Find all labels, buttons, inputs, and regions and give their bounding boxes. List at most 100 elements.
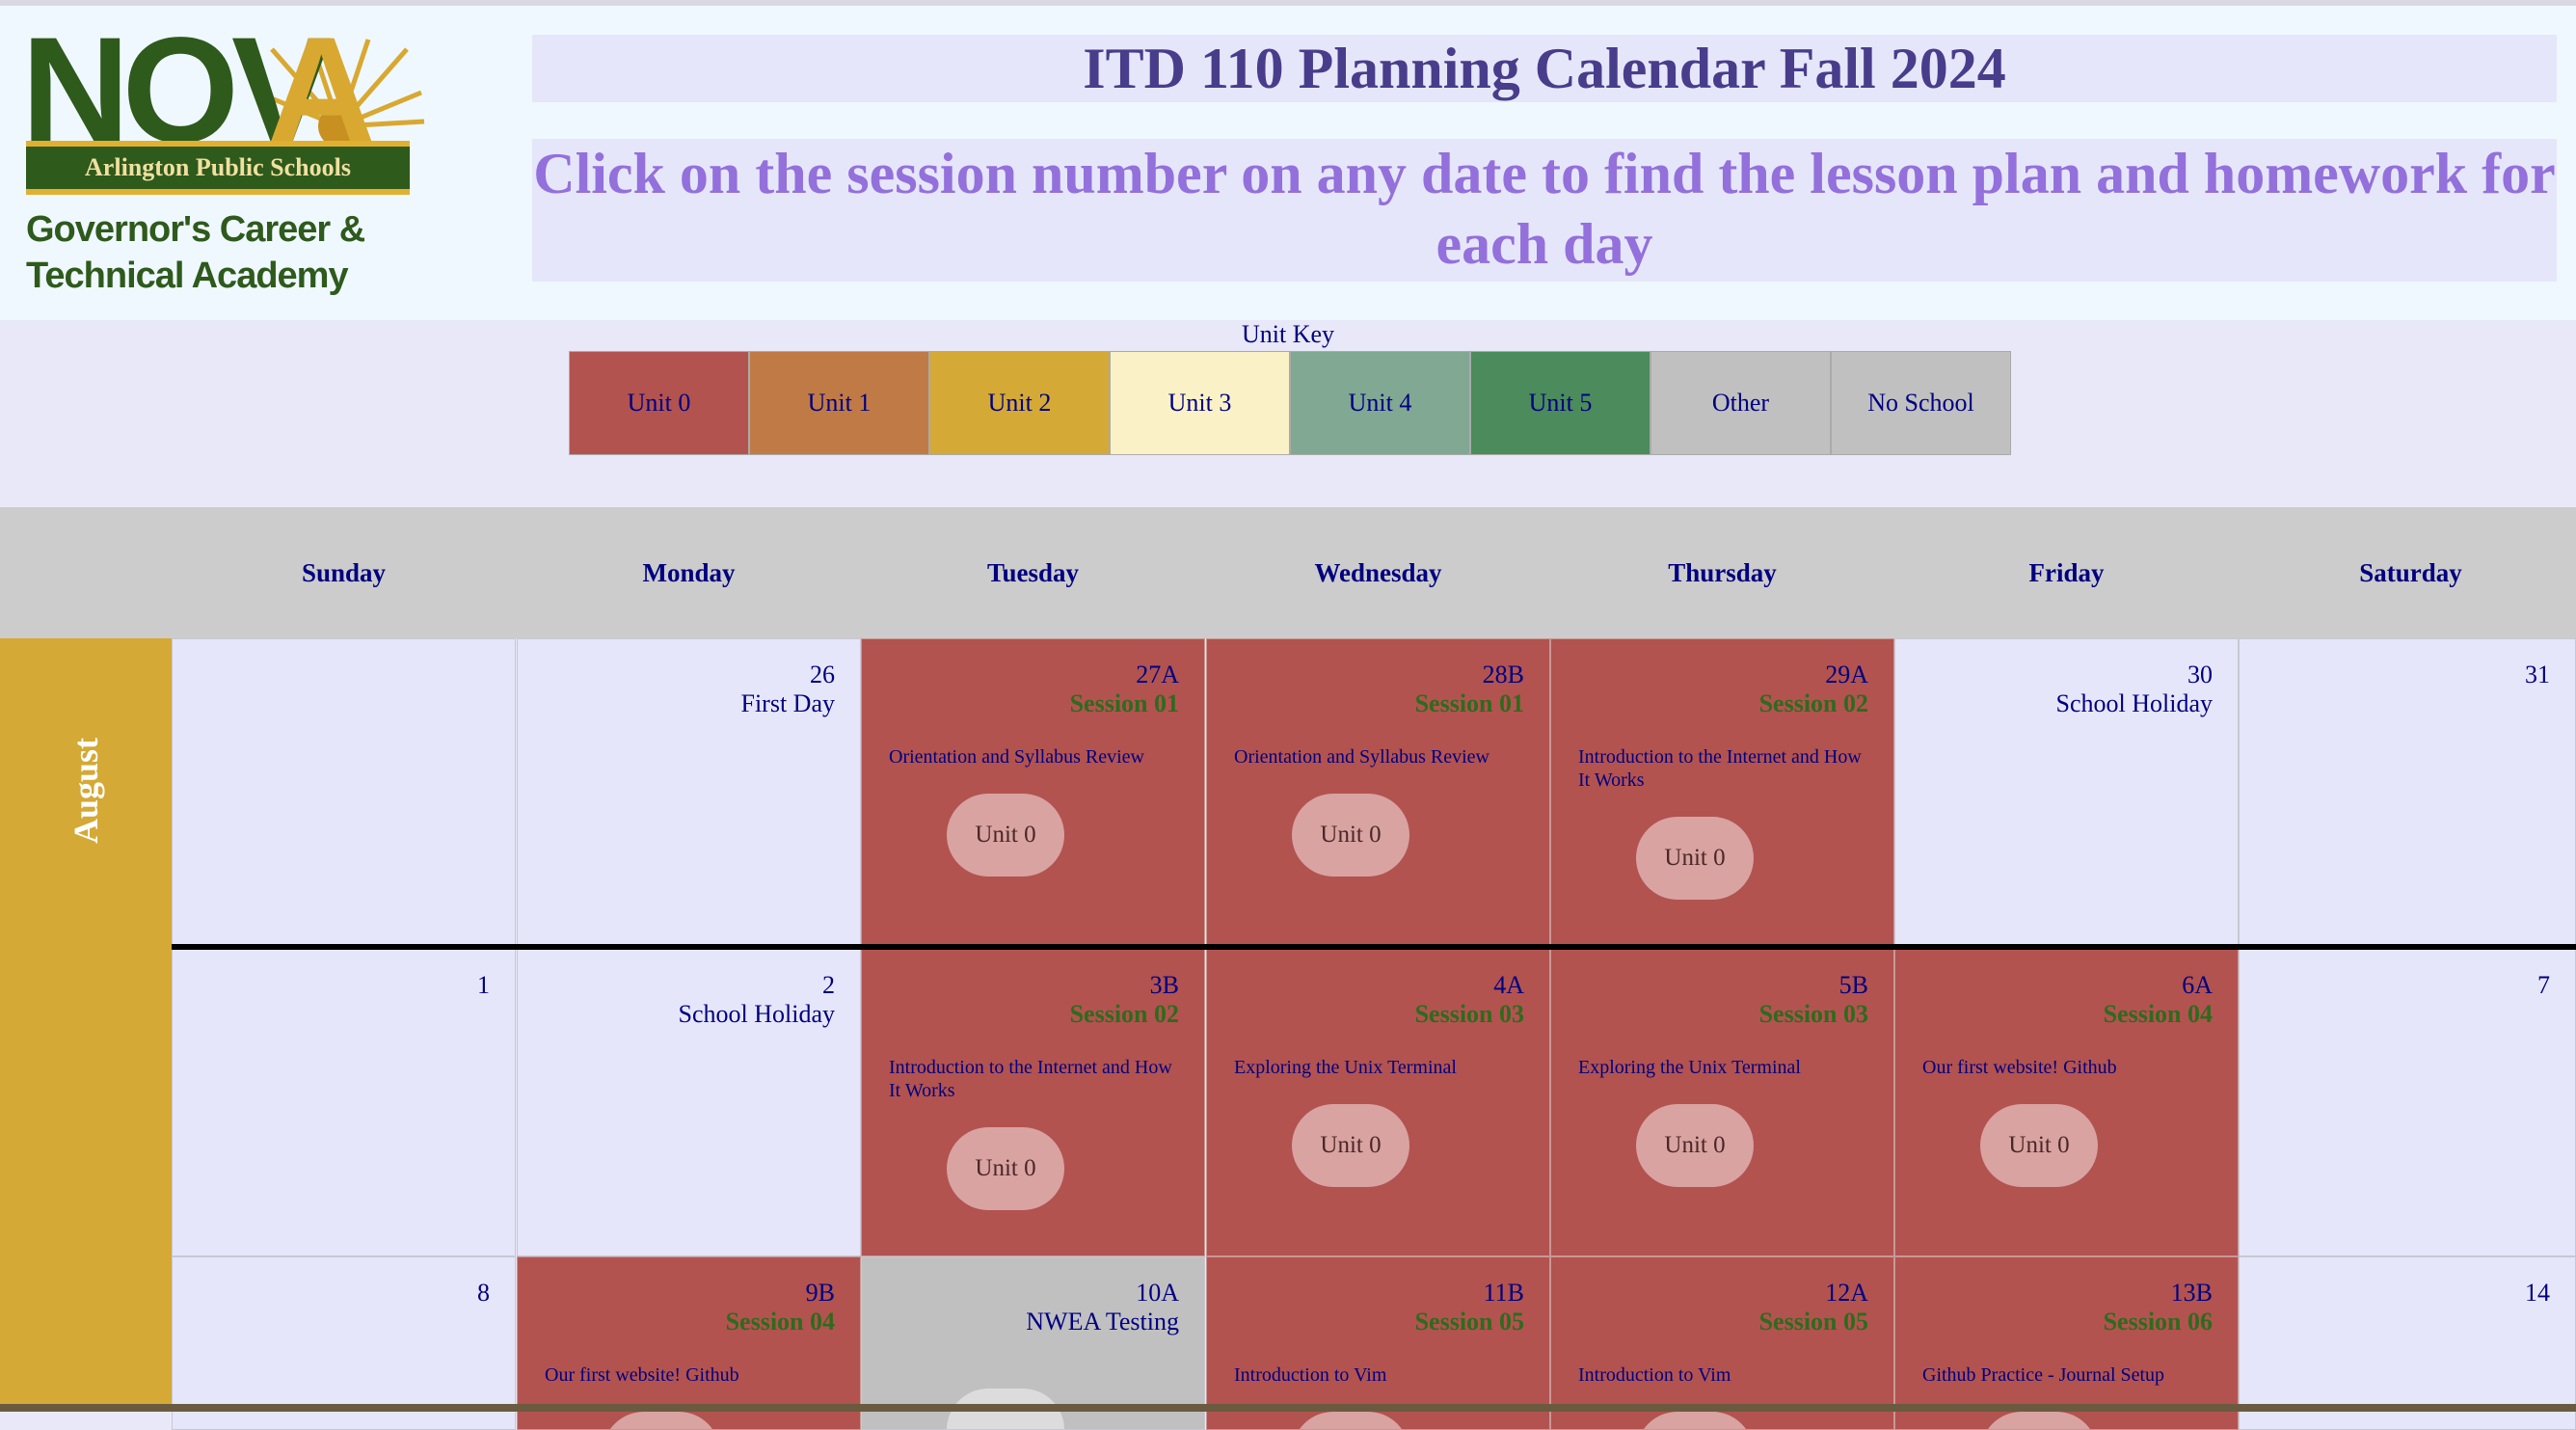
- unit-key-unit-3: Unit 3: [1110, 351, 1290, 455]
- unit-badge-button[interactable]: Unit 0: [603, 1412, 720, 1429]
- day-header-thursday: Thursday: [1668, 557, 1777, 587]
- lesson-description: Exploring the Unix Terminal: [1234, 1057, 1457, 1078]
- unit-key-other: Other: [1650, 351, 1831, 455]
- day-number: 8: [477, 1279, 490, 1307]
- logo-academy-line-2: Technical Academy: [26, 256, 349, 296]
- day-header-sunday: Sunday: [301, 557, 387, 587]
- logo-school-banner: Arlington Public Schools: [26, 141, 410, 195]
- page-instructions: Click on the session number on any date …: [532, 139, 2557, 282]
- day-number: 1: [477, 971, 490, 999]
- day-label: 26 First Day: [741, 661, 836, 718]
- unit-badge-button[interactable]: Unit 0: [1980, 1412, 2098, 1429]
- unit-badge-button[interactable]: Unit 0: [1636, 817, 1754, 900]
- day-label: 7: [2537, 971, 2550, 1000]
- day-number: 2: [822, 971, 835, 999]
- day-label: 27A Session 01: [1070, 661, 1179, 718]
- day-number: 13B: [2170, 1279, 2213, 1307]
- day-label: 28B Session 01: [1415, 661, 1524, 718]
- calendar-day-cell: 29A Session 02 Introduction to the Interne…: [1550, 638, 1894, 949]
- unit-badge-button[interactable]: Unit 0: [947, 1127, 1064, 1210]
- window-bottom-edge: [0, 1404, 2576, 1412]
- day-header-saturday: Saturday: [2359, 557, 2462, 587]
- day-number: 12A: [1825, 1279, 1868, 1307]
- day-number: 3B: [1149, 971, 1179, 999]
- calendar-day-cell: 30 School Holiday: [1894, 638, 2239, 949]
- session-link[interactable]: Session 01: [1415, 689, 1524, 718]
- lesson-description: Introduction to the Internet and How It …: [889, 1057, 1172, 1101]
- day-note: School Holiday: [678, 1000, 836, 1028]
- session-link[interactable]: Session 05: [1759, 1308, 1868, 1336]
- calendar-day-cell: 4A Session 03 Exploring the Unix Terminal U…: [1206, 949, 1550, 1256]
- day-label: 4A Session 03: [1415, 971, 1524, 1029]
- day-label: 1: [477, 971, 490, 1000]
- calendar-day-cell: 2 School Holiday: [517, 949, 861, 1256]
- unit-badge-button[interactable]: Unit 0: [1980, 1104, 2098, 1187]
- day-label: 30 School Holiday: [2056, 661, 2214, 718]
- unit-badge-button[interactable]: Unit 0: [947, 794, 1064, 877]
- day-number: 10A: [1136, 1279, 1179, 1307]
- day-label: 14: [2525, 1279, 2550, 1308]
- day-number: 11B: [1483, 1279, 1524, 1307]
- session-link[interactable]: Session 05: [1415, 1308, 1524, 1336]
- session-link[interactable]: Session 01: [1070, 689, 1179, 718]
- session-link[interactable]: Session 03: [1415, 1000, 1524, 1029]
- unit-key-unit-5: Unit 5: [1470, 351, 1650, 455]
- unit-badge-button[interactable]: Unit 0: [1292, 1104, 1409, 1187]
- day-number: 30: [2187, 661, 2213, 688]
- calendar-day-cell: 5B Session 03 Exploring the Unix Terminal U…: [1550, 949, 1894, 1256]
- unit-key-unit-0: Unit 0: [569, 351, 749, 455]
- day-label: 3B Session 02: [1070, 971, 1179, 1029]
- day-number: 6A: [2182, 971, 2213, 999]
- unit-badge-button[interactable]: Unit 0: [1292, 1412, 1409, 1429]
- unit-badge-button[interactable]: Unit 0: [1636, 1412, 1754, 1429]
- lesson-description: Introduction to Vim: [1578, 1364, 1731, 1386]
- unit-key-unit-2: Unit 2: [929, 351, 1110, 455]
- session-link[interactable]: Session 03: [1759, 1000, 1868, 1029]
- page-title: ITD 110 Planning Calendar Fall 2024: [532, 35, 2557, 102]
- day-header-tuesday: Tuesday: [986, 557, 1080, 587]
- day-header-wednesday: Wednesday: [1314, 557, 1442, 587]
- calendar-day-cell: 27A Session 01 Orientation and Syllabus Re…: [861, 638, 1205, 949]
- day-label: 10A NWEA Testing: [1026, 1279, 1179, 1336]
- unit-badge-button[interactable]: Unit 0: [1636, 1104, 1754, 1187]
- lesson-description: Our first website! Github: [545, 1364, 739, 1386]
- day-number: 5B: [1838, 971, 1868, 999]
- calendar-day-cell: 6A Session 04 Our first website! Github Uni…: [1894, 949, 2239, 1256]
- unit-key-unit-1: Unit 1: [749, 351, 929, 455]
- unit-key-no-school: No School: [1831, 351, 2011, 455]
- session-link[interactable]: Session 02: [1759, 689, 1868, 718]
- calendar-day-cell: 1: [172, 949, 516, 1256]
- day-number: 29A: [1825, 661, 1868, 688]
- unit-badge-button[interactable]: Unit 0: [1292, 794, 1409, 877]
- day-number: 14: [2525, 1279, 2550, 1307]
- day-label: 12A Session 05: [1759, 1279, 1868, 1336]
- day-label: 11B Session 05: [1415, 1279, 1524, 1336]
- session-link[interactable]: Session 06: [2104, 1308, 2213, 1336]
- day-number: 26: [810, 661, 835, 688]
- day-label: 29A Session 02: [1759, 661, 1868, 718]
- page-header: NOV A Arlington Public Schools Governor'…: [0, 6, 2576, 320]
- calendar-day-cell: [172, 638, 516, 949]
- session-link[interactable]: Session 02: [1070, 1000, 1179, 1029]
- day-number: 9B: [805, 1279, 835, 1307]
- day-label: 31: [2525, 661, 2550, 689]
- session-link[interactable]: Session 04: [726, 1308, 835, 1336]
- logo-academy-name: Governor's Career & Technical Academy: [26, 206, 431, 299]
- day-label: 5B Session 03: [1759, 971, 1868, 1029]
- day-label: 8: [477, 1279, 490, 1308]
- day-note: NWEA Testing: [1026, 1308, 1179, 1336]
- calendar-header: Sunday Monday Tuesday Wednesday Thursday Frid…: [0, 507, 2576, 638]
- lesson-description: Introduction to Vim: [1234, 1364, 1387, 1386]
- unit-key-unit-4: Unit 4: [1290, 351, 1470, 455]
- calendar-day-cell: 31: [2239, 638, 2576, 949]
- nova-logo: NOV A Arlington Public Schools Governor'…: [21, 15, 425, 300]
- calendar-day-cell: 28B Session 01 Orientation and Syllabus Re…: [1206, 638, 1550, 949]
- lesson-description: Our first website! Github: [1922, 1057, 2117, 1078]
- day-header-friday: Friday: [2028, 557, 2105, 587]
- session-link[interactable]: Session 04: [2104, 1000, 2213, 1029]
- lesson-description: Github Practice - Journal Setup: [1922, 1364, 2165, 1386]
- day-label: 13B Session 06: [2104, 1279, 2213, 1336]
- day-note: School Holiday: [2055, 689, 2214, 717]
- month-label: August: [67, 737, 105, 845]
- calendar-day-cell: 26 First Day: [517, 638, 861, 949]
